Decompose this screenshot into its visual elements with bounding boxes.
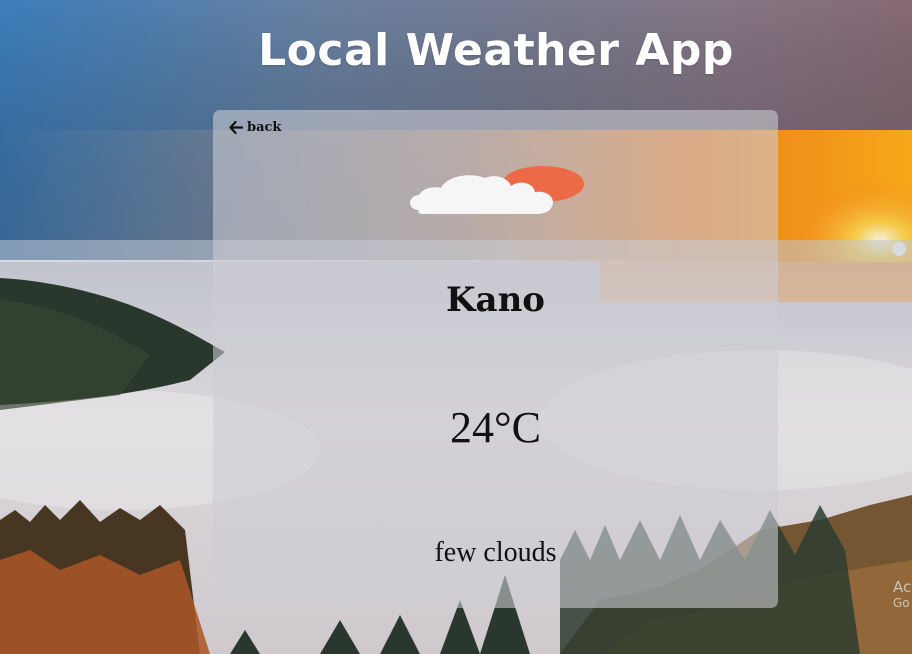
arrow-left-icon: [229, 121, 243, 134]
activation-watermark: Ac Go: [893, 578, 911, 610]
back-label: back: [247, 120, 282, 135]
weather-card: back Kano 24°C few clouds: [213, 110, 778, 608]
watermark-line-1: Ac: [893, 578, 912, 596]
app-title: Local Weather App: [258, 25, 734, 76]
few-clouds-day-icon: [409, 166, 585, 218]
back-button[interactable]: back: [229, 120, 281, 135]
watermark-line-2: Go: [893, 596, 910, 610]
weather-description: few clouds: [434, 537, 557, 568]
temperature-value: 24°C: [450, 403, 541, 452]
city-name: Kano: [446, 280, 545, 320]
